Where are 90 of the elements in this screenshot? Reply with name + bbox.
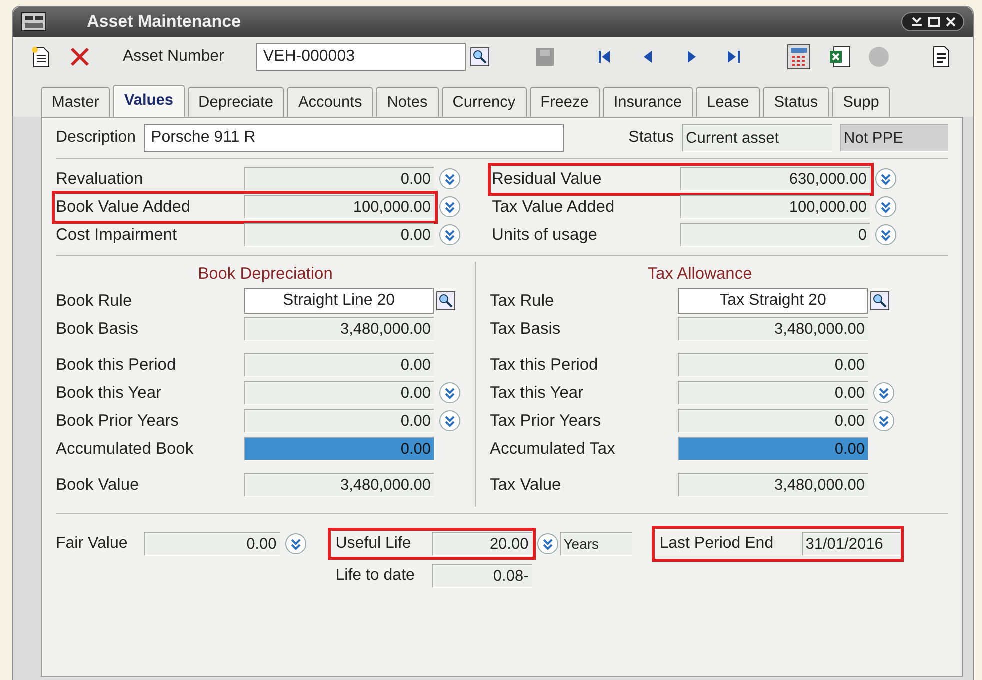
value-field[interactable]: 0.00 (244, 409, 434, 433)
field-label: Accumulated Tax (490, 438, 616, 460)
field-label: Last Period End (658, 534, 775, 554)
field-label: Status (628, 128, 674, 148)
window-title: Asset Maintenance (87, 11, 242, 34)
tab[interactable]: Freeze (530, 87, 600, 118)
description-field[interactable]: Porsche 911 R (144, 124, 564, 152)
field-label: Accumulated Book (56, 438, 195, 460)
value-field[interactable]: 0.00 (678, 437, 868, 461)
value-field[interactable]: 0.00 (678, 381, 868, 405)
value-field[interactable]: 0.00 (678, 353, 868, 377)
dropdown-icon[interactable] (439, 168, 461, 190)
field-label: Book Rule (56, 290, 134, 312)
window-icon (21, 12, 47, 32)
rule-field[interactable]: Tax Straight 20 (678, 288, 868, 314)
tab[interactable]: Accounts (287, 87, 374, 118)
tab[interactable]: Master (41, 87, 110, 118)
value-field[interactable]: 0.00 (144, 532, 280, 556)
dropdown-icon[interactable] (873, 382, 895, 404)
delete-icon[interactable] (69, 46, 91, 68)
field-label: Units of usage (492, 224, 598, 246)
tab[interactable]: Currency (442, 87, 527, 118)
dropdown-icon[interactable] (875, 168, 897, 190)
value-field[interactable]: 100,000.00 (244, 195, 434, 220)
asset-number-field[interactable]: VEH-000003 (256, 43, 466, 71)
field-label: Tax Prior Years (490, 410, 602, 432)
dropdown-icon[interactable] (875, 196, 897, 218)
section-title: Tax Allowance (646, 264, 754, 286)
value-field[interactable]: 3,480,000.00 (244, 317, 434, 341)
tab[interactable]: Notes (376, 87, 439, 118)
field-label: Description (56, 128, 136, 148)
field-label: Book Value Added (56, 196, 192, 218)
dropdown-icon[interactable] (439, 382, 461, 404)
field-label: Book Basis (56, 318, 140, 340)
tab[interactable]: Insurance (602, 87, 693, 118)
value-field[interactable]: 20.00 (432, 532, 532, 556)
value-field[interactable]: 630,000.00 (680, 167, 870, 192)
tab[interactable]: Depreciate (188, 87, 284, 118)
value-field[interactable]: 0 (680, 223, 870, 248)
dropdown-icon[interactable] (284, 533, 307, 555)
date-field[interactable]: 31/01/2016 (802, 532, 900, 556)
value-field[interactable]: 0.00 (244, 381, 434, 405)
window-controls-icon[interactable] (901, 12, 965, 32)
field-label: Useful Life (334, 534, 412, 554)
value-field[interactable]: 0.00 (244, 353, 434, 377)
value-field[interactable]: 3,480,000.00 (678, 317, 868, 341)
value-field: 0.08- (432, 564, 532, 588)
tab[interactable]: Values (113, 85, 184, 118)
value-field[interactable]: 3,480,000.00 (678, 473, 868, 497)
tab[interactable]: Lease (696, 87, 760, 118)
field-label: Book Prior Years (56, 410, 180, 432)
field-label: Tax Value Added (492, 196, 616, 218)
spreadsheet-icon[interactable] (828, 45, 852, 69)
field-label: Book this Period (56, 354, 178, 376)
lookup-icon[interactable] (436, 291, 456, 311)
dropdown-icon[interactable] (439, 196, 461, 218)
value-field[interactable]: 0.00 (244, 167, 434, 192)
dropdown-icon[interactable] (439, 410, 461, 432)
dropdown-icon[interactable] (873, 410, 895, 432)
ppe-field: Not PPE (840, 124, 948, 152)
field-label: Book Value (56, 474, 140, 496)
field-label: Tax Basis (490, 318, 562, 340)
field-label: Tax Rule (490, 290, 556, 312)
value-field[interactable]: 0.00 (244, 437, 434, 461)
section-title: Book Depreciation (197, 264, 334, 286)
value-field[interactable]: 0.00 (678, 409, 868, 433)
value-field[interactable]: 3,480,000.00 (244, 473, 434, 497)
lookup-icon[interactable] (870, 291, 890, 311)
lookup-icon[interactable] (470, 47, 490, 67)
field-label: Tax Value (490, 474, 562, 496)
field-label: Tax this Year (490, 382, 585, 404)
field-label: Tax this Period (490, 354, 600, 376)
tab[interactable]: Supp (832, 87, 890, 118)
rule-field[interactable]: Straight Line 20 (244, 288, 434, 314)
status-field: Current asset (682, 124, 832, 152)
dropdown-icon[interactable] (536, 533, 559, 555)
field-label: Book this Year (56, 382, 162, 404)
tab[interactable]: Status (763, 87, 830, 118)
field-label: Revaluation (56, 168, 144, 190)
value-field[interactable]: 100,000.00 (680, 195, 870, 220)
unit-field: Years (560, 532, 632, 556)
dropdown-icon[interactable] (439, 224, 461, 246)
value-field[interactable]: 0.00 (244, 223, 434, 248)
field-label: Residual Value (492, 168, 603, 190)
field-label: Cost Impairment (56, 224, 178, 246)
dropdown-icon[interactable] (875, 224, 897, 246)
field-label: Life to date (334, 566, 416, 586)
calculator-icon[interactable] (786, 44, 812, 70)
field-label: Asset Number (123, 47, 224, 67)
field-label: Fair Value (56, 534, 128, 554)
